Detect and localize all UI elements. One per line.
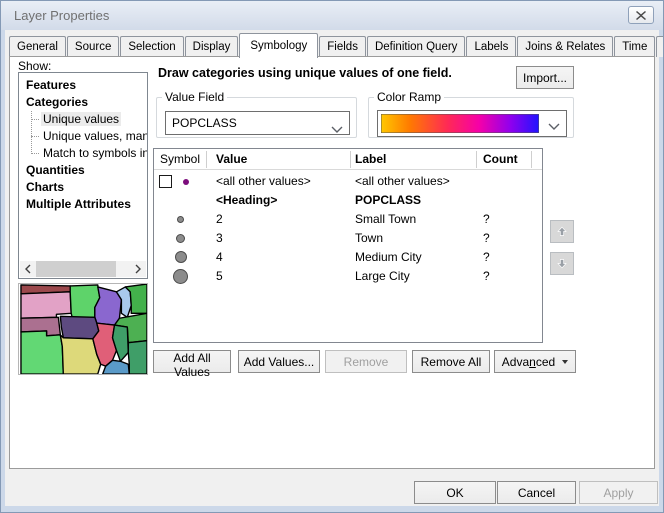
color-ramp-legend: Color Ramp — [374, 90, 444, 104]
table-row-all-other-values[interactable]: <all other values> <all other values> — [154, 172, 542, 191]
value-field-legend: Value Field — [162, 90, 227, 104]
draw-categories-instruction: Draw categories using unique values of o… — [158, 66, 452, 80]
chevron-down-icon — [548, 120, 560, 134]
add-all-values-button[interactable]: Add All Values — [153, 350, 231, 373]
apply-button: Apply — [579, 481, 658, 504]
color-ramp-gradient — [381, 114, 539, 133]
tree-item-features[interactable]: Features — [19, 77, 145, 94]
tab-time[interactable]: Time — [614, 36, 655, 57]
import-button[interactable]: Import... — [516, 66, 574, 89]
tree-item-categories[interactable]: Categories — [19, 94, 145, 111]
move-up-button[interactable] — [550, 220, 574, 243]
point-symbol-icon[interactable] — [177, 216, 184, 223]
close-button[interactable] — [628, 6, 654, 24]
tab-strip: General Source Selection Display Symbolo… — [9, 33, 657, 57]
table-row-medium-city[interactable]: 4 Medium City ? — [154, 248, 542, 267]
point-symbol-icon[interactable] — [176, 234, 185, 243]
layer-properties-dialog: Layer Properties General Source Selectio… — [0, 0, 664, 513]
chevron-down-icon — [331, 119, 343, 141]
scroll-right-icon[interactable] — [130, 261, 146, 277]
column-divider[interactable] — [476, 151, 477, 168]
title-bar[interactable]: Layer Properties — [1, 1, 663, 30]
show-label: Show: — [18, 59, 51, 73]
col-symbol: Symbol — [160, 152, 200, 166]
tab-selection[interactable]: Selection — [120, 36, 183, 57]
table-row-town[interactable]: 3 Town ? — [154, 229, 542, 248]
symbol-table[interactable]: Symbol Value Label Count <all other valu… — [153, 148, 543, 343]
column-divider[interactable] — [350, 151, 351, 168]
down-arrow-icon — [557, 256, 567, 271]
tree-item-multiple-attributes[interactable]: Multiple Attributes — [19, 196, 145, 213]
all-other-values-symbol-icon[interactable] — [183, 179, 189, 185]
map-preview-thumbnail — [18, 283, 148, 375]
tree-item-unique-values[interactable]: Unique values — [19, 111, 145, 128]
tab-labels[interactable]: Labels — [466, 36, 516, 57]
symbology-page: Show: Features Categories Unique values … — [9, 56, 655, 469]
tab-html-popup[interactable]: HTML Popup — [656, 36, 664, 57]
tab-general[interactable]: General — [9, 36, 66, 57]
col-label: Label — [355, 152, 386, 166]
symbol-table-header: Symbol Value Label Count — [154, 149, 542, 170]
close-icon — [636, 11, 646, 20]
value-field-dropdown[interactable]: POPCLASS — [165, 111, 350, 135]
table-row-heading[interactable]: <Heading> POPCLASS — [154, 191, 542, 210]
col-value: Value — [216, 152, 247, 166]
tab-fields[interactable]: Fields — [319, 36, 366, 57]
tab-definition-query[interactable]: Definition Query — [367, 36, 465, 57]
tree-item-quantities[interactable]: Quantities — [19, 162, 145, 179]
window-title: Layer Properties — [14, 8, 109, 23]
color-ramp-groupbox: Color Ramp — [368, 90, 574, 138]
show-tree-listbox[interactable]: Features Categories Unique values Unique… — [18, 72, 148, 279]
move-down-button[interactable] — [550, 252, 574, 275]
color-ramp-dropdown[interactable] — [377, 110, 567, 137]
cancel-button[interactable]: Cancel — [497, 481, 576, 504]
column-divider[interactable] — [206, 151, 207, 168]
up-arrow-icon — [557, 224, 567, 239]
point-symbol-icon[interactable] — [175, 251, 187, 263]
advanced-button[interactable]: Advanced — [494, 350, 576, 373]
table-row-small-town[interactable]: 2 Small Town ? — [154, 210, 542, 229]
scroll-left-icon[interactable] — [20, 261, 36, 277]
tree-item-unique-values-many[interactable]: Unique values, many — [19, 128, 145, 145]
tab-joins-relates[interactable]: Joins & Relates — [517, 36, 613, 57]
remove-all-button[interactable]: Remove All — [412, 350, 490, 373]
column-divider[interactable] — [531, 151, 532, 168]
dropdown-arrow-icon — [562, 360, 568, 364]
all-other-values-checkbox[interactable] — [159, 175, 172, 188]
table-row-large-city[interactable]: 5 Large City ? — [154, 267, 542, 286]
tab-display[interactable]: Display — [185, 36, 239, 57]
remove-button: Remove — [325, 350, 407, 373]
tab-symbology[interactable]: Symbology — [239, 33, 318, 58]
tree-item-match-to-symbols[interactable]: Match to symbols in a — [19, 145, 145, 162]
ok-button[interactable]: OK — [414, 481, 496, 504]
tab-source[interactable]: Source — [67, 36, 119, 57]
tree-item-charts[interactable]: Charts — [19, 179, 145, 196]
scrollbar-thumb[interactable] — [36, 261, 116, 277]
add-values-button[interactable]: Add Values... — [238, 350, 320, 373]
tree-horizontal-scrollbar[interactable] — [20, 261, 146, 277]
point-symbol-icon[interactable] — [173, 269, 188, 284]
value-field-groupbox: Value Field POPCLASS — [156, 90, 357, 138]
value-field-selected: POPCLASS — [172, 116, 237, 130]
col-count: Count — [483, 152, 518, 166]
